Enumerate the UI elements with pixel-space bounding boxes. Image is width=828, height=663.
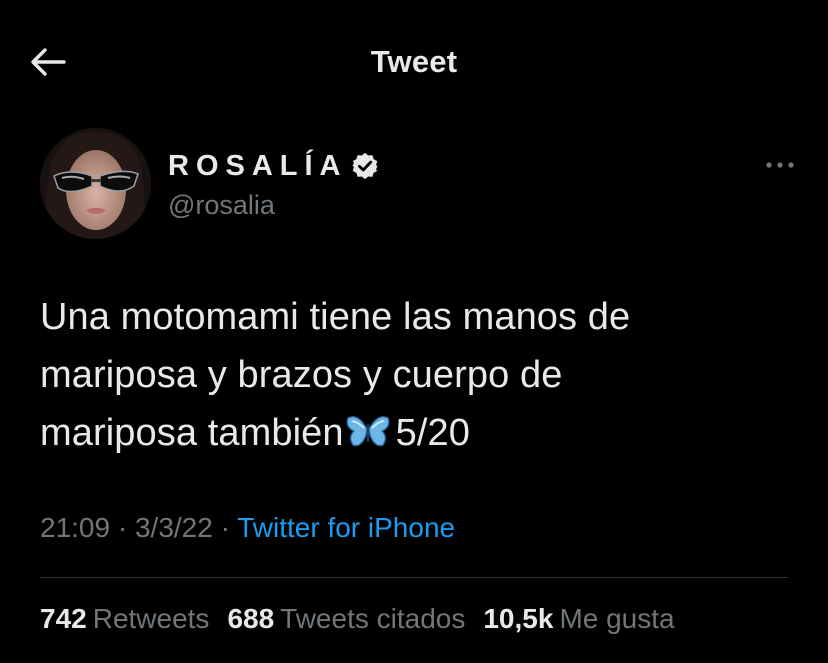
retweets-stat[interactable]: 742 Retweets (40, 603, 209, 635)
tweet-text-line-last: mariposa también 5/20 (40, 404, 800, 462)
tweet-text-line: mariposa y brazos y cuerpo de (40, 354, 563, 396)
more-horizontal-icon (766, 162, 794, 168)
tweet-text: Una motomami tiene las manos de mariposa… (40, 288, 800, 462)
meta-separator: · (117, 512, 128, 543)
quote-tweets-label: Tweets citados (280, 603, 466, 634)
retweets-label: Retweets (92, 603, 210, 634)
more-options-button[interactable] (760, 150, 800, 180)
display-name-row[interactable]: ROSALÍA (168, 146, 380, 186)
tweet-meta: 21:09 · 3/3/22 · Twitter for iPhone (40, 512, 455, 544)
butterfly-icon (346, 416, 390, 447)
tweet-source-link[interactable]: Twitter for iPhone (237, 512, 455, 543)
likes-count: 10,5k (483, 603, 554, 634)
meta-separator: · (220, 512, 230, 543)
tweet-stats: 742 Retweets 688 Tweets citados 10,5k Me gu… (40, 603, 675, 635)
tweet-time[interactable]: 21:09 (40, 512, 110, 543)
tweet-author: ROSALÍA @rosalia (40, 128, 800, 248)
likes-label: Me gusta (559, 603, 675, 634)
top-bar: Tweet (0, 0, 828, 122)
tweet-date[interactable]: 3/3/22 (135, 512, 213, 543)
divider (40, 577, 788, 578)
avatar[interactable] (40, 128, 151, 239)
tweet-text-fragment: mariposa también (40, 412, 344, 454)
verified-badge-icon (352, 152, 377, 180)
quote-tweets-stat[interactable]: 688 Tweets citados (227, 603, 465, 635)
tweet-text-line: Una motomami tiene las manos de (40, 296, 631, 338)
tweet-thread-counter: 5/20 (395, 412, 470, 454)
likes-stat[interactable]: 10,5k Me gusta (483, 603, 674, 635)
display-name: ROSALÍA (168, 149, 348, 182)
page-title: Tweet (370, 44, 458, 79)
retweets-count: 742 (40, 603, 87, 634)
quote-tweets-count: 688 (227, 603, 275, 634)
handle[interactable]: @rosalia (168, 190, 275, 221)
